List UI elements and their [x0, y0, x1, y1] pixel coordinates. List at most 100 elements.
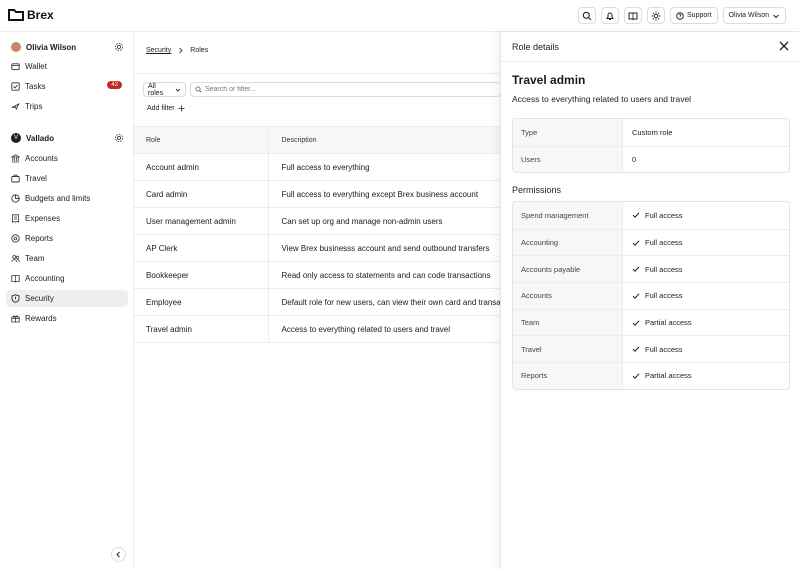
- user-menu-button[interactable]: Olivia Wilson: [722, 7, 786, 24]
- description-cell: Default role for new users, can view the…: [268, 288, 500, 316]
- role-description: Access to everything related to users an…: [512, 94, 692, 104]
- sidebar-item-team[interactable]: Team: [6, 250, 128, 267]
- permissions-title: Permissions: [512, 185, 562, 195]
- support-button[interactable]: Support: [670, 7, 718, 24]
- check-icon: [632, 266, 640, 273]
- search-box: [189, 82, 502, 97]
- column-header-role[interactable]: Role: [134, 126, 269, 154]
- column-header-description[interactable]: Description: [268, 126, 500, 154]
- check-icon: [632, 373, 640, 379]
- sidebar-item-label: Budgets and limits: [25, 194, 91, 203]
- sidebar-item-budgets[interactable]: Budgets and limits: [6, 190, 128, 207]
- check-icon: [632, 239, 640, 246]
- check-icon: [632, 320, 640, 326]
- sidebar-item-wallet[interactable]: Wallet: [6, 58, 128, 75]
- table-row[interactable]: Bookkeeper Read only access to statements…: [134, 261, 500, 289]
- permission-key: Spend management: [513, 202, 623, 229]
- chevron-left-icon: [116, 551, 120, 558]
- table-row[interactable]: Account admin Full access to everything: [134, 153, 500, 181]
- check-icon: [632, 212, 640, 219]
- plane-icon: [11, 102, 20, 111]
- brand-name: Brex: [27, 8, 54, 22]
- table-row[interactable]: Travel admin Access to everything related…: [134, 315, 500, 343]
- theme-toggle-button[interactable]: [647, 7, 666, 24]
- sidebar: Olivia Wilson Wallet Tasks 42 Trips V Va…: [0, 32, 134, 569]
- info-key: Type: [513, 119, 623, 146]
- sun-icon: [651, 11, 661, 20]
- sidebar-item-trips[interactable]: Trips: [6, 98, 128, 115]
- permission-level: Partial access: [645, 371, 692, 381]
- bell-icon: [606, 12, 614, 20]
- permission-row: Team Partial access: [513, 308, 789, 336]
- check-icon: [632, 293, 640, 299]
- role-cell: AP Clerk: [134, 234, 269, 262]
- search-input[interactable]: [204, 86, 495, 93]
- search-button[interactable]: [578, 7, 597, 24]
- permissions-table: Spend management Full access Accounting …: [512, 201, 790, 390]
- sidebar-item-security[interactable]: Security: [6, 290, 128, 307]
- table-header-row: Role Description: [134, 126, 500, 154]
- table-row[interactable]: User management admin Can set up org and …: [134, 207, 500, 235]
- permission-value: Full access: [623, 230, 789, 256]
- sidebar-item-tasks[interactable]: Tasks 42: [6, 78, 128, 95]
- permission-value: Full access: [623, 256, 789, 282]
- info-key: Users: [513, 146, 623, 173]
- description-cell: Read only access to statements and can c…: [268, 261, 500, 289]
- permission-value: Full access: [623, 202, 789, 229]
- team-icon: [11, 255, 20, 263]
- description-cell: Can set up org and manage non-admin user…: [268, 207, 500, 235]
- tasks-count-badge: 42: [107, 81, 122, 89]
- sidebar-item-reports[interactable]: Reports: [6, 230, 128, 247]
- sidebar-item-rewards[interactable]: Rewards: [6, 310, 128, 327]
- notifications-button[interactable]: [601, 7, 620, 24]
- roles-filter-label: All roles: [148, 82, 164, 97]
- sidebar-item-travel[interactable]: Travel: [6, 170, 128, 187]
- add-filter-button[interactable]: Add filter: [147, 105, 185, 112]
- permission-key: Accounts: [513, 283, 623, 309]
- info-value: 0: [632, 155, 637, 165]
- breadcrumb: Security Roles: [146, 47, 208, 54]
- description-cell: Access to everything related to users an…: [268, 315, 500, 343]
- permission-level: Full access: [645, 210, 683, 220]
- budget-icon: [11, 194, 20, 203]
- sidebar-company-header[interactable]: V Vallado: [6, 130, 128, 146]
- sidebar-item-expenses[interactable]: Expenses: [6, 210, 128, 227]
- permission-level: Full access: [645, 291, 683, 301]
- gear-icon[interactable]: [114, 133, 124, 143]
- sidebar-item-accounting[interactable]: Accounting: [6, 270, 128, 287]
- collapse-sidebar-button[interactable]: [111, 547, 126, 562]
- help-icon: [676, 11, 684, 20]
- sidebar-item-label: Accounting: [25, 274, 65, 283]
- table-row[interactable]: Card admin Full access to everything exce…: [134, 180, 500, 208]
- table-row[interactable]: Employee Default role for new users, can …: [134, 288, 500, 316]
- permission-row: Spend management Full access: [513, 202, 789, 229]
- user-menu-label: Olivia Wilson: [728, 12, 769, 19]
- permission-key: Accounting: [513, 229, 623, 256]
- sidebar-item-label: Accounts: [25, 154, 58, 163]
- roles-filter-dropdown[interactable]: All roles: [143, 82, 186, 97]
- sidebar-item-label: Tasks: [25, 82, 46, 91]
- sidebar-user-name: Olivia Wilson: [26, 42, 77, 52]
- docs-button[interactable]: [624, 7, 643, 24]
- permission-key: Reports: [513, 363, 623, 389]
- description-cell: Full access to everything except Brex bu…: [268, 180, 500, 208]
- permission-value: Full access: [623, 283, 789, 309]
- chevron-down-icon: [175, 88, 181, 92]
- close-icon[interactable]: [778, 40, 790, 52]
- brex-logo[interactable]: Brex: [8, 8, 54, 22]
- chevron-right-icon: [179, 47, 184, 54]
- sidebar-user-header[interactable]: Olivia Wilson: [6, 39, 128, 55]
- gift-icon: [11, 315, 20, 323]
- sidebar-company-name: Vallado: [26, 133, 55, 143]
- breadcrumb-security-link[interactable]: Security: [146, 47, 171, 54]
- table-row[interactable]: AP Clerk View Brex businesss account and …: [134, 234, 500, 262]
- sidebar-item-accounts[interactable]: Accounts: [6, 150, 128, 167]
- brex-logo-icon: [8, 9, 24, 21]
- role-info-table: Type Custom role Users 0: [512, 118, 790, 174]
- support-label: Support: [687, 12, 712, 19]
- permission-level: Full access: [645, 264, 683, 274]
- gear-icon[interactable]: [114, 42, 124, 52]
- sidebar-item-label: Rewards: [25, 314, 57, 323]
- panel-title: Role details: [512, 42, 560, 52]
- role-cell: User management admin: [134, 207, 269, 235]
